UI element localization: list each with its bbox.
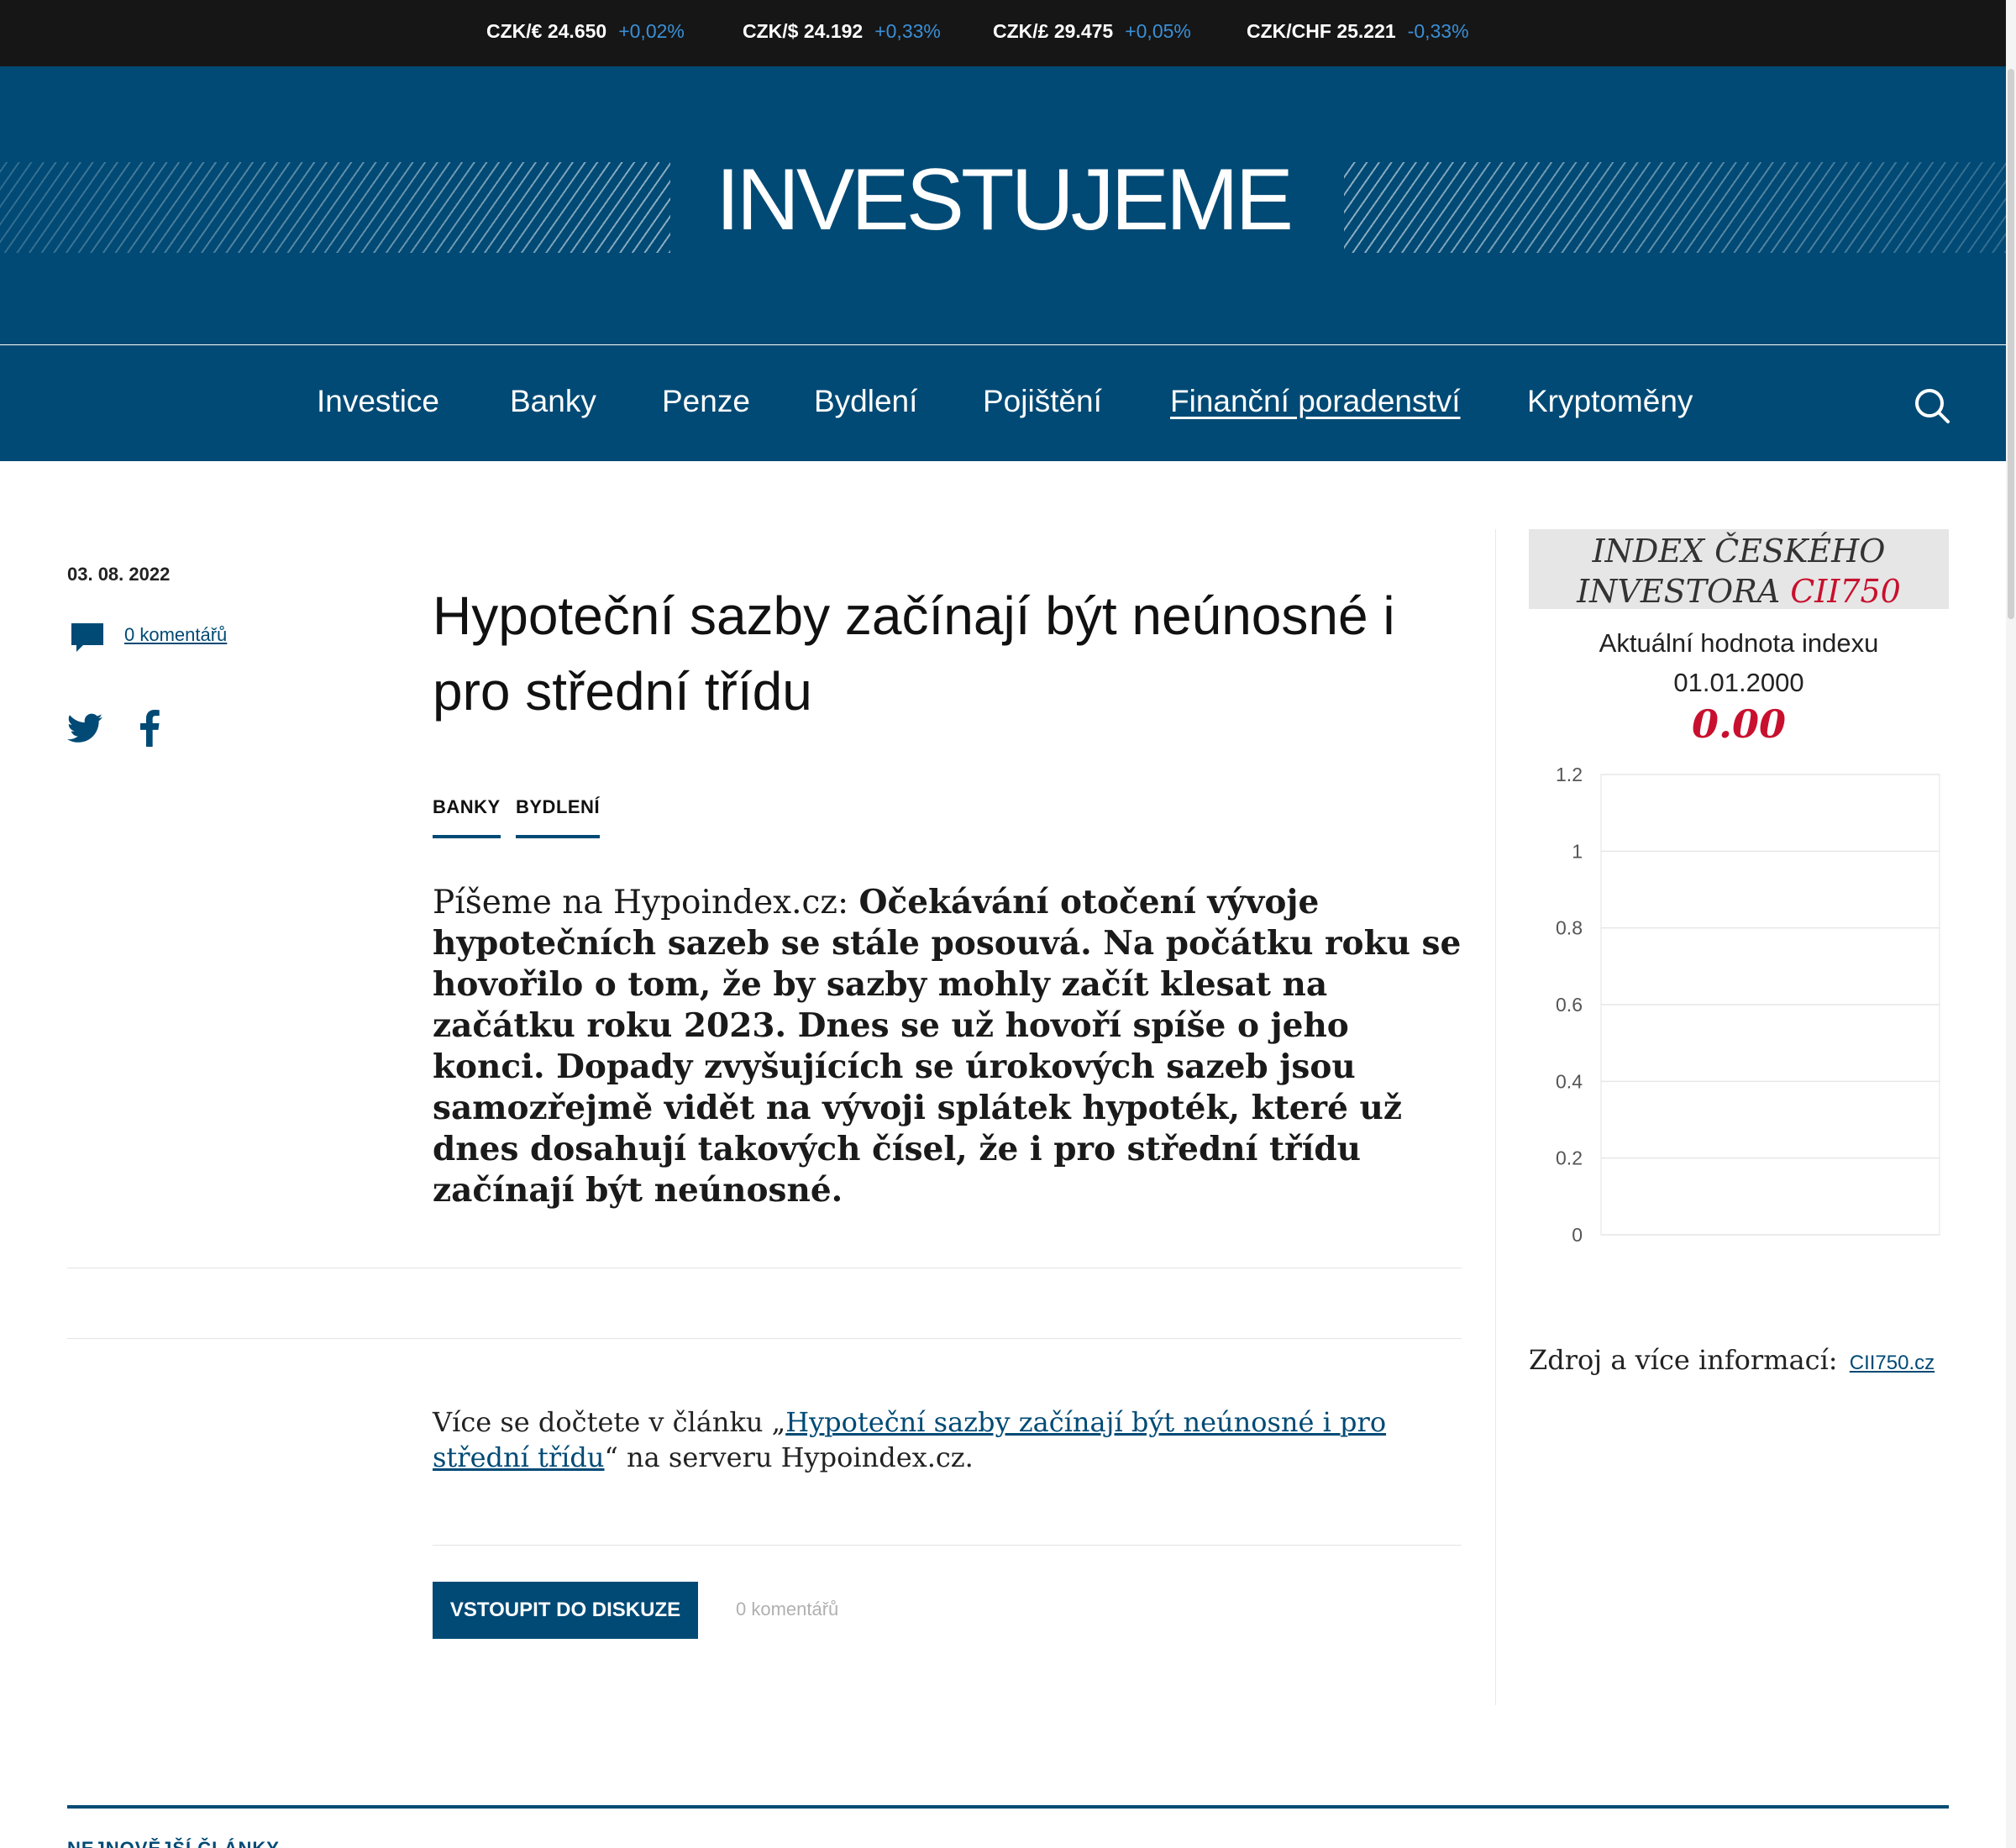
nav-item-investice[interactable]: Investice [317, 384, 439, 419]
chart-y-tick-label: 0.2 [1556, 1147, 1583, 1169]
ticker-item-eur: CZK/€ 24.650 +0,02% [486, 20, 685, 43]
latest-articles-heading: NEJNOVĚJŠÍ ČLÁNKY [67, 1838, 280, 1848]
scrollbar-thumb[interactable] [2008, 69, 2014, 619]
index-current-date: 01.01.2000 [1673, 668, 1804, 697]
index-title-line1: INDEX ČESKÉHO [1592, 533, 1886, 570]
ticker-pair: CZK/£ 29.475 [993, 20, 1114, 42]
article-date: 03. 08. 2022 [67, 564, 171, 585]
search-icon[interactable] [1914, 387, 1950, 424]
ticker-change: +0,33% [874, 20, 941, 42]
read-more-paragraph: Více se dočtete v článku „Hypoteční sazb… [433, 1404, 1466, 1475]
comment-icon[interactable] [70, 620, 105, 655]
nav-item-bydleni[interactable]: Bydlení [814, 384, 917, 419]
source-label: Zdroj a více informací: [1529, 1344, 1838, 1376]
ticker-item-gbp: CZK/£ 29.475 +0,05% [993, 20, 1191, 43]
twitter-icon[interactable] [67, 712, 102, 744]
nav-item-pojisteni[interactable]: Pojištění [983, 384, 1102, 419]
index-current-label: Aktuální hodnota indexu [1599, 628, 1879, 658]
source-link[interactable]: CII750.cz [1850, 1352, 1935, 1374]
chart-y-tick-label: 0 [1572, 1224, 1583, 1243]
ticker-change: -0,33% [1407, 20, 1469, 42]
sidebar-divider [1495, 529, 1496, 1705]
discussion-count: 0 komentářů [736, 1599, 839, 1620]
index-title-prefix: INVESTORA [1577, 573, 1791, 610]
read-more-prefix: Více se dočtete v článku „ [433, 1406, 786, 1438]
ticker-pair: CZK/CHF 25.221 [1247, 20, 1396, 42]
chart-y-tick-label: 1 [1572, 840, 1583, 862]
read-more-suffix: “ na serveru Hypoindex.cz. [604, 1441, 974, 1473]
source-line: Zdroj a více informací: CII750.cz [1529, 1344, 1935, 1376]
footer-rule [67, 1805, 1949, 1809]
article-perex: Píšeme na Hypoindex.cz: Očekávání otočen… [433, 882, 1466, 1211]
ticker-pair: CZK/$ 24.192 [743, 20, 864, 42]
site-header: INVESTUJEME [0, 66, 2006, 344]
main-nav: Investice Banky Penze Bydlení Pojištění … [0, 345, 2006, 461]
join-discussion-button[interactable]: VSTOUPIT DO DISKUZE [433, 1582, 698, 1639]
divider [433, 1545, 1462, 1546]
ticker-change: +0,02% [618, 20, 685, 42]
index-title: INDEX ČESKÉHO INVESTORA CII750 [1529, 529, 1949, 612]
chart-y-tick-label: 0.8 [1556, 917, 1583, 939]
chart-y-tick-label: 0.6 [1556, 994, 1583, 1016]
facebook-icon[interactable] [137, 710, 162, 747]
currency-ticker: CZK/€ 24.650 +0,02% CZK/$ 24.192 +0,33% CZ… [0, 0, 2016, 66]
tag-bydleni[interactable]: BYDLENÍ [516, 796, 601, 838]
nav-item-penze[interactable]: Penze [662, 384, 750, 419]
tag-banky[interactable]: BANKY [433, 796, 501, 838]
perex-body: Očekávání otočení vývoje hypotečních saz… [433, 883, 1462, 1210]
chart-y-tick-label: 0.4 [1556, 1070, 1583, 1092]
ticker-item-usd: CZK/$ 24.192 +0,33% [743, 20, 941, 43]
ticker-change: +0,05% [1125, 20, 1191, 42]
nav-item-banky[interactable]: Banky [510, 384, 596, 419]
nav-item-financni-poradenstvi[interactable]: Finanční poradenství [1170, 384, 1461, 419]
perex-lead: Píšeme na Hypoindex.cz: [433, 884, 859, 921]
index-code: CII750 [1790, 573, 1901, 610]
ticker-pair: CZK/€ 24.650 [486, 20, 607, 42]
index-chart: 1.2 1 0.8 0.6 0.4 0.2 0 [1556, 764, 1940, 1243]
nav-item-kryptomeny[interactable]: Kryptoměny [1527, 384, 1693, 419]
comments-link[interactable]: 0 komentářů [124, 624, 227, 646]
index-current-value: 0.00 [1691, 701, 1787, 747]
divider [67, 1338, 1462, 1339]
article-title: Hypoteční sazby začínají být neúnosné i … [433, 585, 1395, 722]
site-logo[interactable]: INVESTUJEME [0, 150, 2006, 250]
index-title-line2: INVESTORA CII750 [1529, 571, 1949, 612]
chart-y-tick-label: 1.2 [1556, 764, 1583, 785]
ticker-item-chf: CZK/CHF 25.221 -0,33% [1247, 20, 1469, 43]
